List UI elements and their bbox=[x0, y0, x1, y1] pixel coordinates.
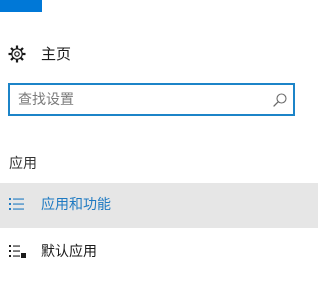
nav-item-default-apps[interactable]: 默认应用 bbox=[0, 230, 318, 275]
search-icon[interactable] bbox=[272, 92, 288, 108]
nav-item-label: 应用和功能 bbox=[41, 197, 111, 213]
section-header-apps: 应用 bbox=[9, 156, 37, 172]
gear-icon bbox=[8, 45, 26, 63]
apps-list-icon bbox=[9, 198, 24, 210]
search-box[interactable] bbox=[8, 83, 295, 116]
settings-nav-pane: 主页 应用 应用和功能 bbox=[0, 0, 324, 289]
home-nav-item[interactable]: 主页 bbox=[0, 36, 324, 72]
search-input[interactable] bbox=[18, 90, 258, 110]
nav-item-apps-features[interactable]: 应用和功能 bbox=[0, 183, 318, 228]
accent-strip bbox=[0, 0, 42, 12]
home-label: 主页 bbox=[41, 45, 72, 63]
default-apps-icon bbox=[9, 245, 26, 258]
nav-item-label: 默认应用 bbox=[41, 244, 97, 260]
